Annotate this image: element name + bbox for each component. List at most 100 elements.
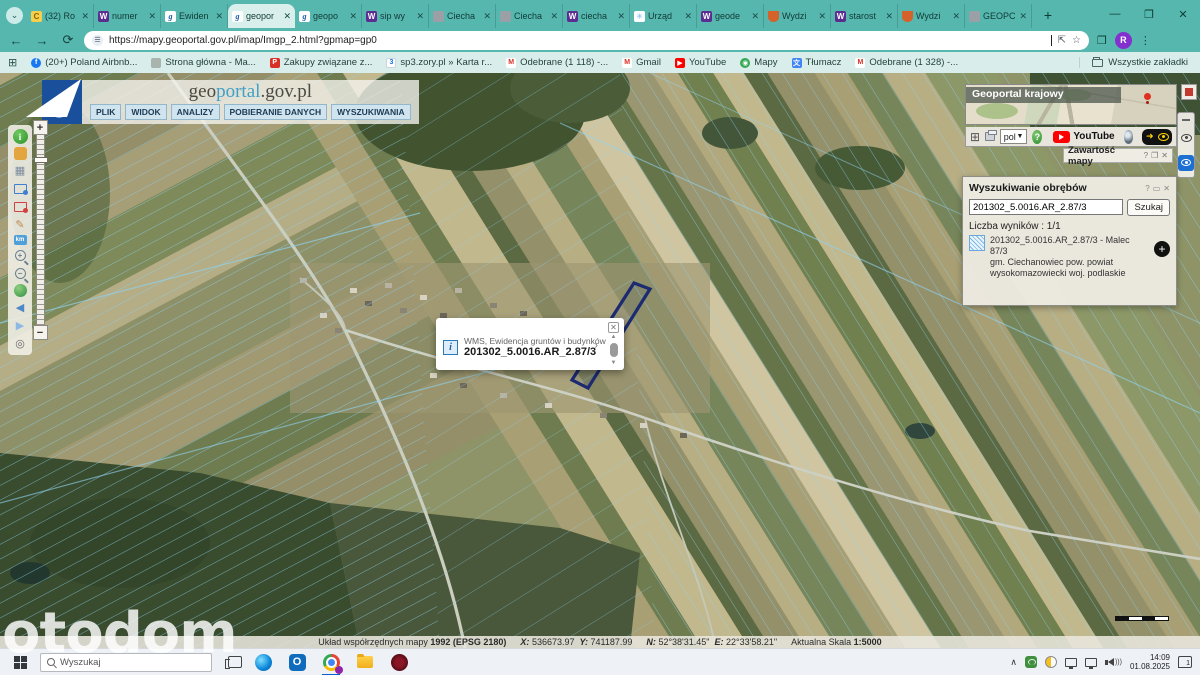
taskbar-file-explorer[interactable] [352, 649, 378, 675]
tab-3[interactable]: gEwiden✕ [161, 4, 228, 28]
tab-search-chevron-icon[interactable]: ⌄ [6, 7, 23, 24]
menu-analizy[interactable]: ANALIZY [171, 104, 220, 120]
overview-extent-button[interactable] [1181, 84, 1197, 100]
help-icon[interactable]: ? [1144, 151, 1148, 160]
help-icon[interactable]: ? [1032, 130, 1042, 144]
search-button[interactable]: Szukaj [1127, 199, 1170, 216]
tab-10[interactable]: ✳Urząd✕ [630, 4, 697, 28]
bookmark-item[interactable]: MGmail [622, 57, 661, 68]
taskbar-clock[interactable]: 14:09 01.08.2025 [1130, 653, 1170, 671]
tab-close-icon[interactable]: ✕ [550, 11, 558, 22]
tab-close-icon[interactable]: ✕ [81, 11, 89, 22]
all-bookmarks-button[interactable]: Wszystkie zakładki [1079, 57, 1188, 68]
tab-4-active[interactable]: ggeopor✕ [228, 4, 295, 28]
display-tray-icon[interactable] [1065, 658, 1077, 667]
tab-close-icon[interactable]: ✕ [818, 11, 826, 22]
window-restore-button[interactable]: ❐ [1132, 0, 1166, 28]
taskbar-edge[interactable] [250, 649, 276, 675]
tab-7[interactable]: Ciecha✕ [429, 4, 496, 28]
overview-minimap[interactable]: Geoportal krajowy [965, 84, 1177, 125]
bookmark-item[interactable]: Strona główna - Ma... [151, 57, 255, 68]
tab-close-icon[interactable]: ✕ [684, 11, 692, 22]
popup-next-chevron-icon[interactable]: › [595, 340, 598, 351]
layers-tool-icon[interactable] [14, 147, 27, 160]
extensions-icon[interactable]: ❒ [1097, 34, 1107, 47]
gpu-tray-icon[interactable] [1025, 656, 1037, 668]
new-tab-button[interactable]: + [1038, 5, 1058, 25]
measure-tool-icon[interactable]: km [14, 235, 27, 245]
popup-close-icon[interactable]: ✕ [608, 322, 619, 333]
volume-tray-icon[interactable]: ))) [1105, 658, 1122, 666]
zoom-out-button[interactable]: − [33, 325, 48, 340]
tab-6[interactable]: Wsip wy✕ [362, 4, 429, 28]
map-view-settings-icon[interactable] [13, 181, 28, 196]
taskbar-chrome-active[interactable] [318, 649, 344, 675]
zoom-in-tool-icon[interactable]: + [13, 248, 28, 263]
taskbar-outlook[interactable]: O [284, 649, 310, 675]
bookmark-star-icon[interactable]: ☆ [1072, 35, 1081, 46]
tab-close-icon[interactable]: ✕ [483, 11, 491, 22]
satellite-map[interactable]: g geoportal.gov.pl PLIK WIDOK ANALIZY PO… [0, 73, 1200, 648]
apps-grid-icon[interactable]: ⊞ [8, 56, 17, 69]
tab-11[interactable]: Wgeode✕ [697, 4, 764, 28]
network-tray-icon[interactable] [1085, 658, 1097, 667]
window-close-button[interactable]: ✕ [1166, 0, 1200, 28]
browser-menu-icon[interactable]: ⋮ [1140, 34, 1151, 47]
tab-close-icon[interactable]: ✕ [215, 11, 223, 22]
start-button[interactable] [0, 649, 40, 675]
back-button[interactable]: ← [6, 30, 26, 50]
taskbar-search-box[interactable]: Wyszukaj [40, 653, 212, 672]
attribute-table-icon[interactable]: ▦ [13, 163, 28, 178]
collapse-dash-icon[interactable] [1182, 119, 1190, 121]
tray-expand-icon[interactable]: ∧ [1010, 657, 1017, 668]
tab-close-icon[interactable]: ✕ [148, 11, 156, 22]
coordinates-tool-icon[interactable]: ◎ [13, 336, 28, 351]
next-view-icon[interactable]: ▶ [13, 318, 28, 333]
previous-view-icon[interactable]: ◀ [13, 300, 28, 315]
zoom-in-button[interactable]: + [33, 120, 48, 135]
language-select[interactable]: pol▼ [1000, 129, 1028, 144]
info-tool-icon[interactable]: i [13, 129, 28, 144]
popup-scrollbar[interactable]: ▲ ▼ [609, 334, 618, 366]
bookmark-item[interactable]: MOdebrane (1 328) -... [855, 57, 958, 68]
tab-9[interactable]: Wciecha✕ [563, 4, 630, 28]
tab-5[interactable]: ggeopo✕ [295, 4, 362, 28]
profile-avatar[interactable]: R [1115, 32, 1132, 49]
menu-wyszukiwania[interactable]: WYSZUKIWANIA [331, 104, 411, 120]
draw-tool-icon[interactable]: ✎ [13, 217, 28, 232]
youtube-button[interactable]: YouTube [1053, 131, 1114, 143]
map-view-remove-icon[interactable] [13, 199, 28, 214]
accessibility-contrast-button[interactable]: ➜ [1142, 129, 1172, 145]
url-text[interactable]: https://mapy.geoportal.gov.pl/imap/Imgp_… [109, 35, 1049, 46]
visibility-eye-icon[interactable] [1181, 134, 1192, 142]
tab-close-icon[interactable]: ✕ [751, 11, 759, 22]
bookmark-item[interactable]: 3sp3.zory.pl » Karta r... [386, 57, 492, 68]
globe-icon[interactable] [1124, 130, 1134, 144]
tab-close-icon[interactable]: ✕ [952, 11, 960, 22]
tab-2[interactable]: Wnumer✕ [94, 4, 161, 28]
tab-close-icon[interactable]: ✕ [416, 11, 424, 22]
tab-close-icon[interactable]: ✕ [349, 11, 357, 22]
send-to-device-icon[interactable]: ⇱ [1058, 35, 1066, 46]
bookmark-item[interactable]: 文Tłumacz [792, 57, 842, 68]
tab-1[interactable]: C(32) Ro✕ [27, 4, 94, 28]
tab-13[interactable]: Wstarost✕ [831, 4, 898, 28]
full-extent-globe-icon[interactable] [14, 284, 27, 297]
tab-close-icon[interactable]: ✕ [1019, 11, 1027, 22]
close-panel-icon[interactable]: ✕ [1161, 151, 1168, 160]
antivirus-tray-icon[interactable] [1045, 656, 1057, 668]
bookmark-item[interactable]: f(20+) Poland Airbnb... [31, 57, 137, 68]
bookmark-item[interactable]: ◉Mapy [740, 57, 777, 68]
minimize-panel-icon[interactable]: ▭ [1153, 184, 1161, 193]
reload-button[interactable]: ⟳ [58, 30, 78, 50]
window-minimize-button[interactable]: — [1098, 0, 1132, 28]
zoom-slider-handle[interactable] [34, 157, 48, 163]
notification-center-icon[interactable]: 1 [1178, 656, 1192, 668]
tab-close-icon[interactable]: ✕ [617, 11, 625, 22]
taskbar-red-app[interactable] [386, 649, 412, 675]
forward-button[interactable]: → [32, 30, 52, 50]
site-settings-icon[interactable]: ☰ [92, 35, 103, 46]
visibility-eye-active-button[interactable] [1178, 155, 1194, 171]
legend-grid-icon[interactable]: ⊞ [970, 130, 980, 144]
menu-widok[interactable]: WIDOK [125, 104, 166, 120]
